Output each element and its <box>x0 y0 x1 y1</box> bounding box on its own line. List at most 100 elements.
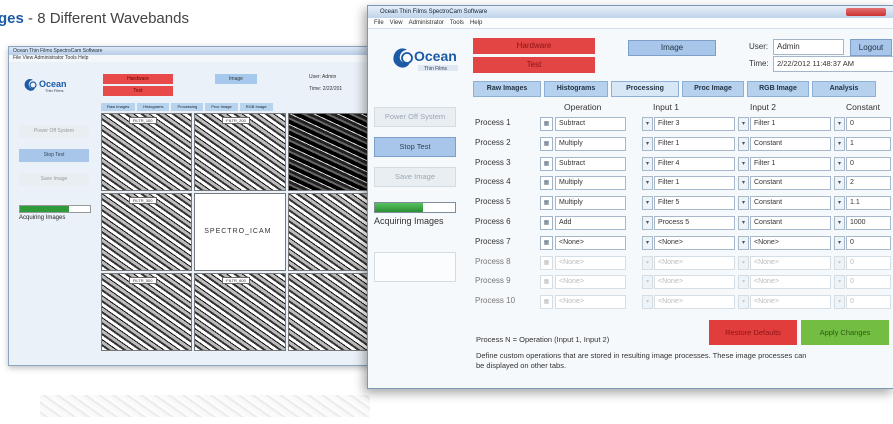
input-2-dropdown[interactable]: Filter 1 <box>750 156 831 171</box>
constant-input[interactable]: 1 <box>846 136 891 151</box>
constant-input[interactable]: 2 <box>846 176 891 191</box>
constant-input[interactable]: 0 <box>846 156 891 171</box>
hardware-button[interactable]: Hardware <box>473 38 595 54</box>
operation-dropdown[interactable]: Add <box>555 216 626 230</box>
input-1-dropdown[interactable]: Filter 4 <box>654 156 735 171</box>
menu-item-tools[interactable]: Tools <box>450 20 464 26</box>
input-1-dropdown[interactable]: Filter 3 <box>654 117 735 131</box>
input-1-dropdown[interactable]: Filter 5 <box>654 196 735 211</box>
tab-processing[interactable]: Processing <box>611 81 679 97</box>
input-2-dropdown[interactable]: <None> <box>750 295 831 310</box>
input-2-dropdown[interactable]: <None> <box>750 275 831 290</box>
input-2-dropdown[interactable]: Constant <box>750 136 831 151</box>
tab-raw-images[interactable]: Raw Images <box>473 81 541 97</box>
chevron-down-icon[interactable]: ▾ <box>642 235 653 250</box>
chevron-down-icon[interactable]: ▾ <box>834 117 845 131</box>
operation-dropdown[interactable]: Subtract <box>555 156 626 171</box>
chevron-down-icon[interactable]: ▾ <box>738 235 749 250</box>
input-1-dropdown[interactable]: <None> <box>654 255 735 270</box>
grid-icon[interactable]: ▦ <box>540 275 553 290</box>
chevron-down-icon[interactable]: ▾ <box>642 117 653 131</box>
operation-dropdown[interactable]: <None> <box>555 295 626 310</box>
operation-dropdown[interactable]: Multiply <box>555 176 626 191</box>
input-2-dropdown[interactable]: <None> <box>750 255 831 270</box>
menu-item-help[interactable]: Help <box>470 20 482 26</box>
chevron-down-icon[interactable]: ▾ <box>738 216 749 230</box>
input-1-dropdown[interactable]: <None> <box>654 275 735 290</box>
input-1-dropdown[interactable]: <None> <box>654 295 735 310</box>
window-controls[interactable] <box>846 8 886 16</box>
operation-dropdown[interactable]: Multiply <box>555 136 626 151</box>
chevron-down-icon[interactable]: ▾ <box>738 156 749 171</box>
grid-icon[interactable]: ▦ <box>540 235 553 250</box>
chevron-down-icon[interactable]: ▾ <box>738 136 749 151</box>
grid-icon[interactable]: ▦ <box>540 136 553 151</box>
chevron-down-icon[interactable]: ▾ <box>834 156 845 171</box>
input-1-dropdown[interactable]: Filter 1 <box>654 176 735 191</box>
grid-icon[interactable]: ▦ <box>540 255 553 270</box>
menu-item-view[interactable]: View <box>390 20 403 26</box>
grid-icon[interactable]: ▦ <box>540 117 553 131</box>
chevron-down-icon[interactable]: ▾ <box>642 255 653 270</box>
apply-changes-button[interactable]: Apply Changes <box>801 320 889 345</box>
power-off-button[interactable]: Power Off System <box>374 107 456 127</box>
chevron-down-icon[interactable]: ▾ <box>834 176 845 191</box>
constant-input[interactable]: 0 <box>846 235 891 250</box>
input-2-dropdown[interactable]: <None> <box>750 235 831 250</box>
chevron-down-icon[interactable]: ▾ <box>738 275 749 290</box>
operation-dropdown[interactable]: <None> <box>555 235 626 250</box>
constant-input[interactable]: 0 <box>846 117 891 131</box>
grid-icon[interactable]: ▦ <box>540 216 553 230</box>
chevron-down-icon[interactable]: ▾ <box>834 235 845 250</box>
stop-test-button[interactable]: Stop Test <box>374 137 456 157</box>
input-1-dropdown[interactable]: Process 5 <box>654 216 735 230</box>
input-2-dropdown[interactable]: Filter 1 <box>750 117 831 131</box>
input-2-dropdown[interactable]: Constant <box>750 196 831 211</box>
constant-input[interactable]: 0 <box>846 255 891 270</box>
operation-dropdown[interactable]: <None> <box>555 275 626 290</box>
chevron-down-icon[interactable]: ▾ <box>738 117 749 131</box>
chevron-down-icon[interactable]: ▾ <box>642 176 653 191</box>
chevron-down-icon[interactable]: ▾ <box>738 176 749 191</box>
chevron-down-icon[interactable]: ▾ <box>642 275 653 290</box>
tab-rgb-image[interactable]: RGB Image <box>747 81 809 97</box>
input-1-dropdown[interactable]: <None> <box>654 235 735 250</box>
chevron-down-icon[interactable]: ▾ <box>642 136 653 151</box>
chevron-down-icon[interactable]: ▾ <box>738 255 749 270</box>
chevron-down-icon[interactable]: ▾ <box>642 196 653 211</box>
operation-dropdown[interactable]: Subtract <box>555 117 626 131</box>
constant-input[interactable]: 1000 <box>846 216 891 230</box>
chevron-down-icon[interactable]: ▾ <box>834 295 845 310</box>
tab-analysis[interactable]: Analysis <box>812 81 876 97</box>
user-field[interactable]: Admin <box>773 39 844 55</box>
input-2-dropdown[interactable]: Constant <box>750 176 831 191</box>
restore-defaults-button[interactable]: Restore Defaults <box>709 320 797 345</box>
chevron-down-icon[interactable]: ▾ <box>834 275 845 290</box>
chevron-down-icon[interactable]: ▾ <box>834 216 845 230</box>
operation-dropdown[interactable]: <None> <box>555 255 626 270</box>
chevron-down-icon[interactable]: ▾ <box>642 156 653 171</box>
grid-icon[interactable]: ▦ <box>540 196 553 211</box>
tab-histograms[interactable]: Histograms <box>544 81 608 97</box>
operation-dropdown[interactable]: Multiply <box>555 196 626 211</box>
constant-input[interactable]: 0 <box>846 295 891 310</box>
constant-input[interactable]: 0 <box>846 275 891 290</box>
test-button[interactable]: Test <box>473 57 595 73</box>
menu-item-file[interactable]: File <box>374 20 384 26</box>
grid-icon[interactable]: ▦ <box>540 295 553 310</box>
input-1-dropdown[interactable]: Filter 1 <box>654 136 735 151</box>
logout-button[interactable]: Logout <box>850 39 892 56</box>
save-image-button[interactable]: Save Image <box>374 167 456 187</box>
input-2-dropdown[interactable]: Constant <box>750 216 831 230</box>
grid-icon[interactable]: ▦ <box>540 156 553 171</box>
chevron-down-icon[interactable]: ▾ <box>834 196 845 211</box>
tab-proc-image[interactable]: Proc Image <box>682 81 744 97</box>
chevron-down-icon[interactable]: ▾ <box>834 255 845 270</box>
chevron-down-icon[interactable]: ▾ <box>642 216 653 230</box>
image-button[interactable]: Image <box>628 40 716 56</box>
chevron-down-icon[interactable]: ▾ <box>738 295 749 310</box>
constant-input[interactable]: 1.1 <box>846 196 891 211</box>
chevron-down-icon[interactable]: ▾ <box>738 196 749 211</box>
chevron-down-icon[interactable]: ▾ <box>834 136 845 151</box>
menu-item-administrator[interactable]: Administrator <box>409 20 444 26</box>
